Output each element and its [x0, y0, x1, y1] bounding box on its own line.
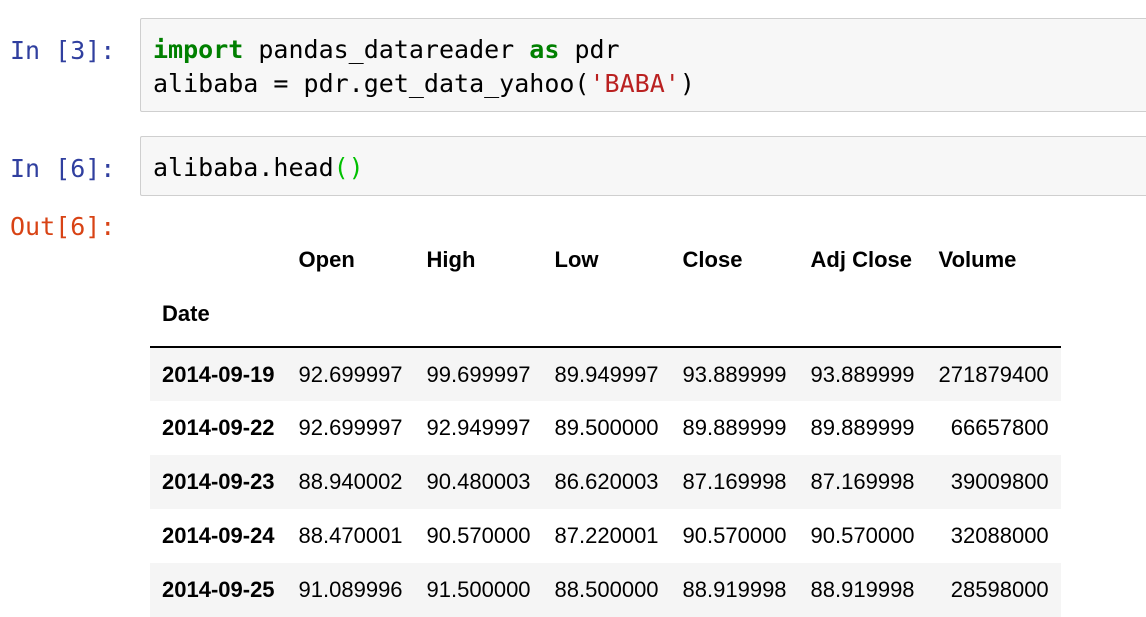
- row-index-date: 2014-09-25: [162, 577, 275, 602]
- table-row: 2014-09-24 88.470001 90.570000 87.220001 90.…: [150, 509, 1061, 563]
- row-index-date: 2014-09-23: [162, 469, 275, 494]
- code-line: alibaba.head(): [153, 151, 1134, 185]
- cell-adj-close: 88.919998: [810, 577, 915, 602]
- output-prompt: Out[6]:: [10, 212, 116, 241]
- cell-high: 91.500000: [426, 577, 531, 602]
- cell-close: 87.169998: [682, 469, 787, 494]
- code-token: pdr: [559, 35, 620, 64]
- cell-open: 92.699997: [298, 361, 403, 387]
- code-string: 'BABA': [589, 69, 680, 98]
- code-token: alibaba = pdr.get_data_yahoo(: [153, 69, 590, 98]
- cell-adj-close: 89.889999: [810, 415, 915, 440]
- code-cell-1[interactable]: import pandas_datareader as pdr alibaba =…: [140, 18, 1146, 112]
- code-token: alibaba.head: [153, 153, 334, 182]
- row-index-date: 2014-09-24: [162, 523, 275, 548]
- code-keyword: as: [529, 35, 560, 64]
- cell-low: 87.220001: [554, 523, 659, 548]
- cell-close: 89.889999: [682, 415, 787, 440]
- cell-volume: 32088000: [950, 523, 1049, 548]
- index-name-row: Date: [150, 282, 1061, 347]
- cell-open: 91.089996: [298, 577, 403, 602]
- input-prompt-cell-2: In [6]:: [10, 154, 116, 183]
- input-prompt-cell-1: In [3]:: [10, 36, 116, 65]
- cell-high: 90.570000: [426, 523, 531, 548]
- cell-adj-close: 87.169998: [810, 469, 915, 494]
- column-header-adj-close: Adj Close: [810, 247, 913, 272]
- cell-low: 89.949997: [554, 361, 659, 387]
- cell-adj-close: 93.889999: [810, 361, 915, 387]
- cell-volume: 271879400: [938, 361, 1049, 387]
- column-header-close: Close: [682, 247, 743, 272]
- code-token: pandas_datareader: [243, 35, 530, 64]
- table-row: 2014-09-19 92.699997 99.699997 89.949997 93.…: [150, 347, 1061, 401]
- column-header-volume: Volume: [938, 247, 1017, 272]
- cell-low: 88.500000: [554, 577, 659, 602]
- cell-low: 89.500000: [554, 415, 659, 440]
- cell-volume: 66657800: [950, 415, 1049, 440]
- column-header-open: Open: [298, 247, 355, 272]
- code-token: ): [679, 69, 695, 98]
- row-index-date: 2014-09-19: [162, 361, 275, 387]
- code-line: alibaba = pdr.get_data_yahoo('BABA'): [153, 67, 1134, 101]
- cell-volume: 39009800: [950, 469, 1049, 494]
- cell-high: 90.480003: [426, 469, 531, 494]
- cell-close: 93.889999: [682, 361, 787, 387]
- index-header-blank: [150, 238, 287, 282]
- column-header-high: High: [426, 247, 476, 272]
- index-name: Date: [162, 301, 210, 326]
- cell-high: 99.699997: [426, 361, 531, 387]
- column-header-row: Open High Low Close Adj Close Volume: [150, 238, 1061, 282]
- code-paren: (): [333, 153, 364, 182]
- cell-open: 88.470001: [298, 523, 403, 548]
- cell-close: 88.919998: [682, 577, 787, 602]
- table-row: 2014-09-23 88.940002 90.480003 86.620003 87.…: [150, 455, 1061, 509]
- cell-open: 88.940002: [298, 469, 403, 494]
- cell-volume: 28598000: [950, 577, 1049, 602]
- cell-high: 92.949997: [426, 415, 531, 440]
- table-row: 2014-09-25 91.089996 91.500000 88.500000 88.…: [150, 563, 1061, 617]
- dataframe-output: Open High Low Close Adj Close Volume Dat…: [150, 238, 1061, 617]
- cell-low: 86.620003: [554, 469, 659, 494]
- cell-open: 92.699997: [298, 415, 403, 440]
- cell-close: 90.570000: [682, 523, 787, 548]
- code-keyword: import: [153, 35, 244, 64]
- table-row: 2014-09-22 92.699997 92.949997 89.500000 89.…: [150, 401, 1061, 455]
- row-index-date: 2014-09-22: [162, 415, 275, 440]
- column-header-low: Low: [554, 247, 599, 272]
- cell-adj-close: 90.570000: [810, 523, 915, 548]
- code-cell-2[interactable]: alibaba.head(): [140, 136, 1146, 196]
- code-line: import pandas_datareader as pdr: [153, 33, 1134, 67]
